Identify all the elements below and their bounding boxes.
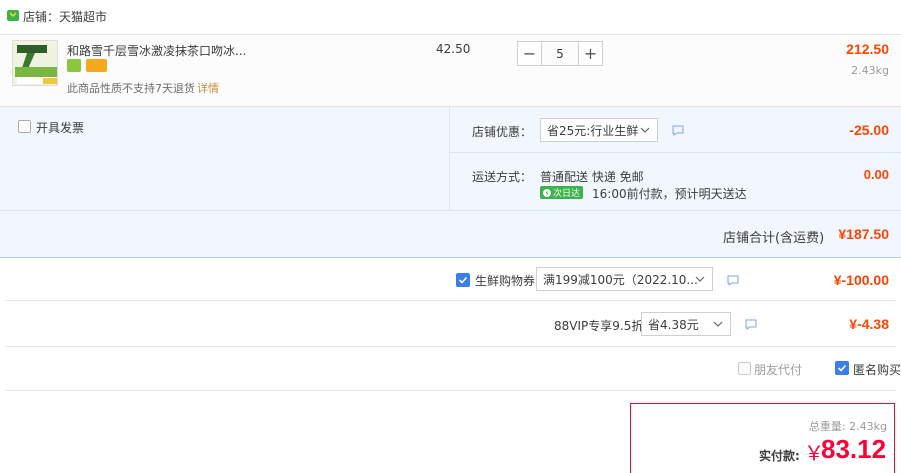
return-detail-link[interactable]: 详情	[197, 82, 219, 95]
divider	[5, 390, 896, 391]
product-title-link[interactable]: 和路雪千层雪冰激凌抹茶口吻冰...	[67, 42, 246, 59]
divider	[449, 106, 450, 210]
quantity-input[interactable]: 5	[542, 41, 578, 66]
fresh-coupon-label[interactable]: 生鲜购物券	[475, 272, 535, 289]
shipping-fee: 0.00	[863, 167, 889, 182]
shipping-label: 运送方式：	[472, 170, 533, 184]
divider	[5, 300, 896, 301]
lightning-icon	[542, 188, 551, 197]
card-badge-icon	[86, 59, 107, 72]
total-weight: 总重量: 2.43kg	[809, 418, 887, 434]
anonymous-label[interactable]: 匿名购买	[853, 361, 901, 378]
next-day-label: 次日达	[552, 189, 580, 199]
fresh-coupon-checkbox[interactable]	[456, 273, 470, 287]
next-day-badge: 次日达	[540, 186, 583, 199]
shop-name[interactable]: 天猫超市	[59, 10, 107, 24]
shop-total-label: 店铺合计(含运费)	[723, 231, 825, 246]
shop-label-prefix: 店铺：	[23, 10, 60, 24]
anonymous-checkbox[interactable]	[835, 361, 849, 375]
shop-promo-selected: 省25元:行业生鲜	[547, 123, 639, 138]
return-policy-note: 此商品性质不支持7天退货 详情	[67, 80, 219, 96]
vip-discount-label: 88VIP专享9.5折	[554, 319, 644, 333]
product-image[interactable]	[12, 40, 58, 86]
chevron-down-icon	[640, 127, 650, 133]
message-icon[interactable]	[727, 275, 739, 286]
shop-promo-amount: -25.00	[849, 122, 889, 138]
shipping-method: 普通配送 快递 免邮	[540, 170, 644, 184]
fresh-coupon-selected: 满199减100元（2022.10...	[543, 272, 698, 287]
check-icon	[837, 364, 847, 372]
shop-icon	[7, 10, 19, 21]
shipping-desc: 16:00前付款，预计明天送达	[592, 187, 747, 201]
message-icon[interactable]	[745, 319, 757, 330]
divider	[450, 152, 901, 153]
total-weight-label: 总重量:	[808, 420, 846, 433]
product-thumbnail-graphic	[13, 41, 57, 85]
shop-promo-label: 店铺优惠：	[472, 125, 533, 139]
invoice-checkbox[interactable]	[18, 120, 31, 133]
decrement-button[interactable]: −	[517, 41, 542, 66]
total-weight-value: 2.43kg	[849, 420, 887, 433]
message-icon[interactable]	[672, 125, 684, 136]
shop-name-label[interactable]: 店铺：天猫超市	[23, 8, 107, 25]
shop-total-amount: ¥187.50	[838, 226, 889, 242]
vip-discount-select[interactable]: 省4.38元	[641, 312, 731, 336]
vip-discount-selected: 省4.38元	[648, 317, 699, 332]
chevron-down-icon	[713, 321, 723, 327]
friend-pay-checkbox[interactable]	[738, 362, 751, 375]
unit-price: 42.50	[436, 42, 471, 56]
actual-pay-label: 实付款:	[759, 449, 800, 463]
item-total-price: 212.50	[846, 41, 889, 57]
check-icon	[458, 276, 468, 284]
increment-button[interactable]: +	[578, 41, 603, 66]
item-weight: 2.43kg	[851, 64, 889, 77]
shop-header	[0, 0, 901, 34]
actual-pay-amount: 83.12	[821, 434, 887, 464]
vip-discount-amount: ¥-4.38	[849, 316, 889, 332]
service-badge-icon	[67, 59, 81, 72]
return-note-text: 此商品性质不支持7天退货	[67, 82, 195, 95]
quantity-stepper: − 5 +	[517, 41, 603, 66]
invoice-label[interactable]: 开具发票	[36, 119, 84, 136]
divider	[0, 210, 901, 211]
divider	[5, 346, 896, 347]
fresh-coupon-select[interactable]: 满199减100元（2022.10...	[536, 267, 713, 291]
shop-promo-select[interactable]: 省25元:行业生鲜	[540, 118, 658, 142]
chevron-down-icon	[695, 276, 705, 282]
friend-pay-label[interactable]: 朋友代付	[754, 361, 802, 378]
fresh-coupon-amount: ¥-100.00	[833, 272, 889, 288]
